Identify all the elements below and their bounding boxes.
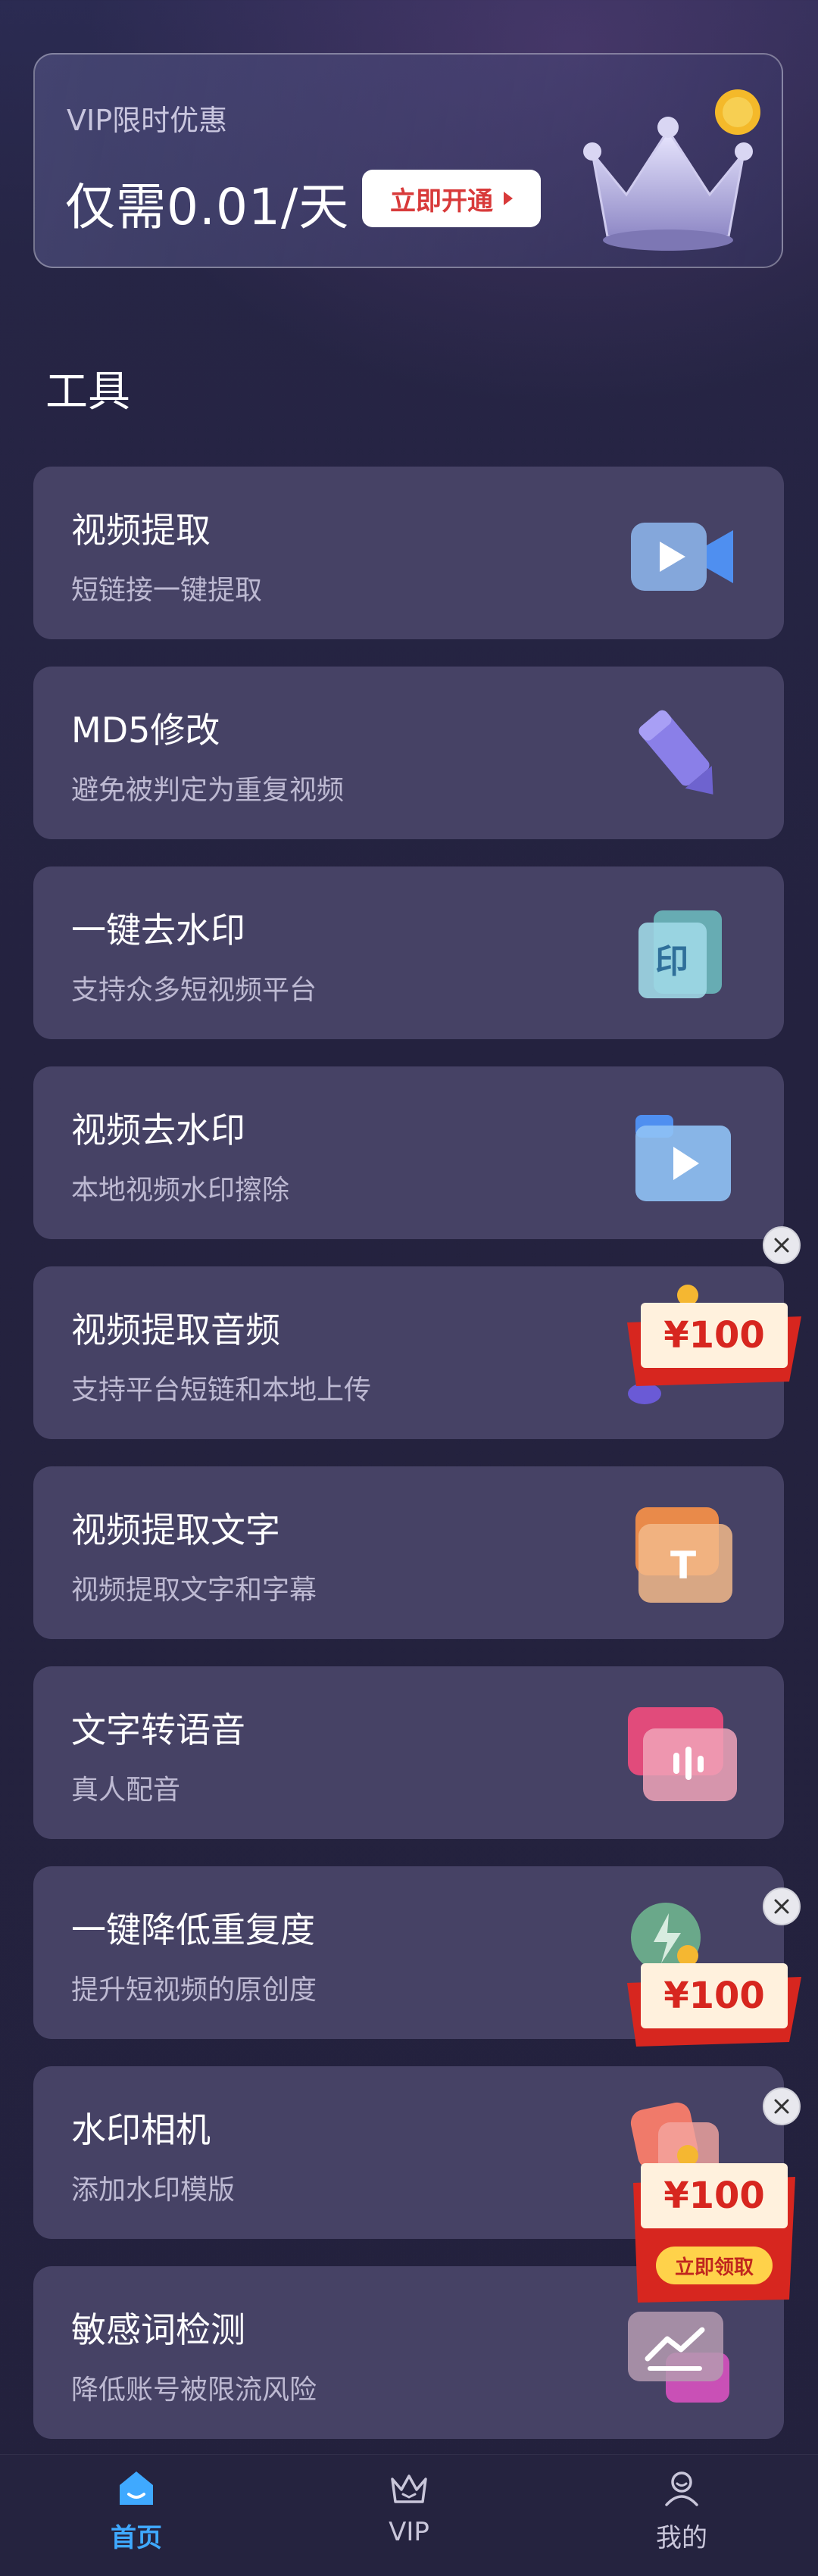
arrow-right-icon bbox=[504, 192, 513, 205]
tool-title: 视频提取 bbox=[71, 510, 211, 551]
crown-icon bbox=[583, 89, 760, 251]
close-coupon-button[interactable] bbox=[763, 1226, 801, 1264]
tool-card-video-extract[interactable]: 视频提取 短链接一键提取 bbox=[33, 467, 784, 639]
coupon-badge[interactable]: ¥100 bbox=[627, 1280, 801, 1401]
tool-desc: 支持众多短视频平台 bbox=[71, 975, 317, 1006]
voice-icon bbox=[628, 1707, 737, 1801]
video-folder-icon bbox=[635, 1115, 731, 1201]
close-coupon-button[interactable] bbox=[763, 2087, 801, 2125]
tool-desc: 提升短视频的原创度 bbox=[71, 1975, 317, 2006]
tool-title: 文字转语音 bbox=[71, 1710, 245, 1750]
tool-title: 视频去水印 bbox=[71, 1110, 245, 1151]
close-icon bbox=[774, 1899, 789, 1914]
close-coupon-button[interactable] bbox=[763, 1888, 801, 1925]
tool-desc: 本地视频水印擦除 bbox=[71, 1175, 290, 1206]
claim-coupon-button[interactable]: 立即领取 bbox=[656, 2247, 773, 2284]
coupon-amount: ¥100 bbox=[663, 1314, 765, 1357]
svg-text:印: 印 bbox=[655, 942, 688, 981]
tool-title: 视频提取文字 bbox=[71, 1510, 280, 1550]
video-camera-icon bbox=[631, 523, 733, 591]
nav-label-profile: 我的 bbox=[656, 2523, 707, 2553]
vip-subtitle: VIP限时优惠 bbox=[67, 104, 228, 137]
tool-title: 敏感词检测 bbox=[71, 2309, 245, 2350]
tool-title: 一键去水印 bbox=[71, 910, 245, 951]
nav-label-vip: VIP bbox=[389, 2517, 429, 2547]
nav-tab-vip[interactable]: VIP bbox=[333, 2467, 485, 2565]
tool-title: MD5修改 bbox=[71, 710, 220, 751]
tool-card-md5[interactable]: MD5修改 避免被判定为重复视频 bbox=[33, 667, 784, 839]
pencil-icon bbox=[638, 710, 713, 795]
vip-open-button[interactable]: 立即开通 bbox=[362, 170, 541, 227]
coupon-amount: ¥100 bbox=[663, 2175, 765, 2217]
vip-promo-banner[interactable]: VIP限时优惠 仅需0.01/天 立即开通 bbox=[33, 53, 783, 268]
tool-desc: 支持平台短链和本地上传 bbox=[71, 1375, 372, 1406]
nav-tab-home[interactable]: 首页 bbox=[61, 2467, 212, 2565]
chart-icon bbox=[628, 2312, 729, 2403]
tool-card-remove-watermark[interactable]: 一键去水印 支持众多短视频平台 印 bbox=[33, 866, 784, 1039]
tool-title: 视频提取音频 bbox=[71, 1310, 280, 1350]
tool-title: 一键降低重复度 bbox=[71, 1909, 315, 1950]
stamp-icon: 印 bbox=[638, 910, 722, 998]
tool-desc: 短链接一键提取 bbox=[71, 575, 263, 606]
tool-desc: 视频提取文字和字幕 bbox=[71, 1575, 317, 1606]
tool-card-text-to-speech[interactable]: 文字转语音 真人配音 bbox=[33, 1666, 784, 1839]
coupon-badge[interactable]: ¥100 立即领取 bbox=[627, 2140, 801, 2307]
vip-price: 仅需0.01/天 bbox=[65, 178, 350, 236]
home-icon bbox=[120, 2471, 153, 2505]
tool-card-local-watermark[interactable]: 视频去水印 本地视频水印擦除 bbox=[33, 1066, 784, 1239]
section-title-tools: 工具 bbox=[45, 367, 130, 417]
user-icon bbox=[665, 2471, 698, 2506]
svg-text:T: T bbox=[670, 1544, 696, 1588]
crown-icon bbox=[391, 2475, 427, 2503]
coupon-badge[interactable]: ¥100 bbox=[627, 1941, 801, 2062]
tool-title: 水印相机 bbox=[71, 2109, 211, 2150]
tool-desc: 降低账号被限流风险 bbox=[71, 2375, 317, 2406]
tool-desc: 添加水印模版 bbox=[71, 2175, 236, 2206]
bottom-navigation: 首页 VIP 我的 bbox=[0, 2454, 818, 2576]
coupon-amount: ¥100 bbox=[663, 1975, 765, 2017]
tool-card-extract-text[interactable]: 视频提取文字 视频提取文字和字幕 T bbox=[33, 1466, 784, 1639]
tool-desc: 真人配音 bbox=[71, 1775, 181, 1806]
tool-desc: 避免被判定为重复视频 bbox=[71, 775, 345, 806]
close-icon bbox=[774, 1238, 789, 1253]
nav-tab-profile[interactable]: 我的 bbox=[606, 2467, 757, 2565]
nav-label-home: 首页 bbox=[111, 2523, 162, 2553]
close-icon bbox=[774, 2099, 789, 2114]
vip-open-button-label: 立即开通 bbox=[390, 186, 493, 216]
text-icon: T bbox=[635, 1507, 732, 1603]
